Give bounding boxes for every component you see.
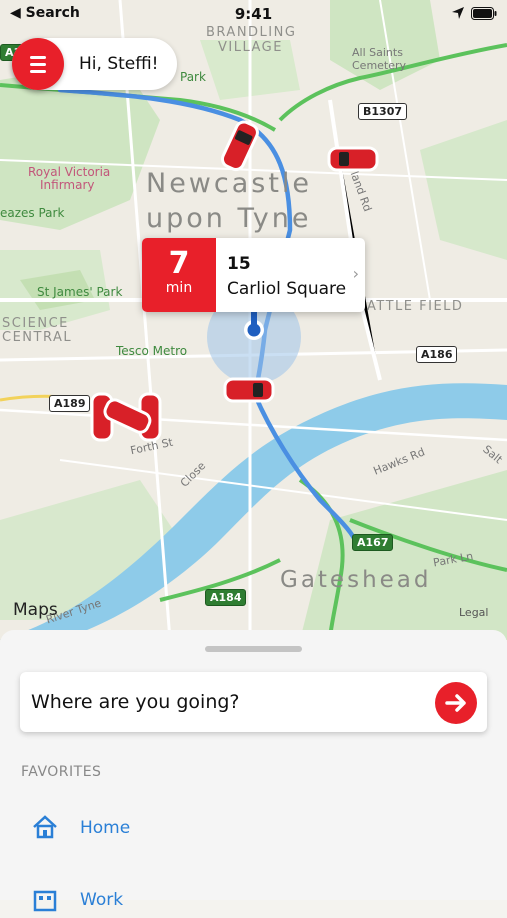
destination-search[interactable]: Where are you going? xyxy=(20,672,487,732)
poi-label: Tesco Metro xyxy=(116,344,188,358)
walk-time-badge: 7 min xyxy=(142,238,216,312)
arrow-right-icon xyxy=(445,694,466,712)
poi-label: Park xyxy=(180,70,206,84)
poi-label: St James' Park xyxy=(37,285,123,299)
work-icon xyxy=(33,890,57,912)
sheet-grabber[interactable] xyxy=(205,646,302,652)
favorite-home[interactable]: Home xyxy=(32,810,482,846)
status-bar: ◀ Search 9:41 xyxy=(0,0,507,28)
road-shield: B1307 xyxy=(358,103,407,120)
station-callout[interactable]: 7 min 15 Carliol Square › xyxy=(142,238,365,312)
map-view[interactable]: Newcastle upon Tyne Gateshead BRANDLING … xyxy=(0,0,507,640)
road-shield: A167 xyxy=(352,534,394,551)
home-icon xyxy=(33,815,57,839)
road-shield: A189 xyxy=(49,395,91,412)
chevron-right-icon: › xyxy=(352,264,359,283)
area-label: SCIENCE xyxy=(2,316,69,331)
favorite-label: Work xyxy=(80,890,124,910)
poi-label: Cemetery xyxy=(352,59,407,72)
station-number: 15 xyxy=(227,254,251,274)
status-icons xyxy=(451,6,497,20)
hamburger-icon xyxy=(30,56,46,59)
car-icon[interactable] xyxy=(216,118,264,178)
station-name: Carliol Square xyxy=(227,279,347,299)
apple-maps-logo: Maps xyxy=(13,600,58,620)
car-icon[interactable] xyxy=(222,375,276,405)
poi-label: Infirmary xyxy=(40,178,95,192)
road-shield: A186 xyxy=(416,346,458,363)
destination-search-label: Where are you going? xyxy=(31,691,240,713)
go-button[interactable] xyxy=(435,682,477,724)
location-arrow-icon xyxy=(452,7,464,19)
walk-minutes-unit: min xyxy=(165,280,193,296)
road-shield: A184 xyxy=(205,589,247,606)
battery-icon xyxy=(471,6,497,20)
poi-label: eazes Park xyxy=(0,206,65,220)
greeting-pill: Hi, Steffi! xyxy=(12,38,177,90)
car-cluster-icon[interactable] xyxy=(90,390,164,444)
favorites-heading: FAVORITES xyxy=(21,764,102,780)
area-label: Gateshead xyxy=(280,567,432,593)
walk-minutes: 7 xyxy=(168,246,190,281)
legal-link[interactable]: Legal xyxy=(459,606,488,619)
car-icon[interactable] xyxy=(326,144,380,174)
map-base xyxy=(0,0,507,640)
area-label: ATTLE FIELD xyxy=(367,299,464,314)
favorite-label: Home xyxy=(80,818,131,838)
clock: 9:41 xyxy=(234,5,273,23)
city-label: upon Tyne xyxy=(146,203,312,234)
area-label: CENTRAL xyxy=(2,330,73,345)
poi-label: All Saints xyxy=(352,46,403,59)
favorite-work[interactable]: Work xyxy=(32,882,482,918)
menu-button[interactable] xyxy=(12,38,64,90)
greeting-text: Hi, Steffi! xyxy=(79,54,159,74)
bottom-sheet: Where are you going? FAVORITES Home Work xyxy=(0,630,507,912)
area-label: VILLAGE xyxy=(218,40,283,55)
poi-label: Royal Victoria xyxy=(28,165,111,179)
